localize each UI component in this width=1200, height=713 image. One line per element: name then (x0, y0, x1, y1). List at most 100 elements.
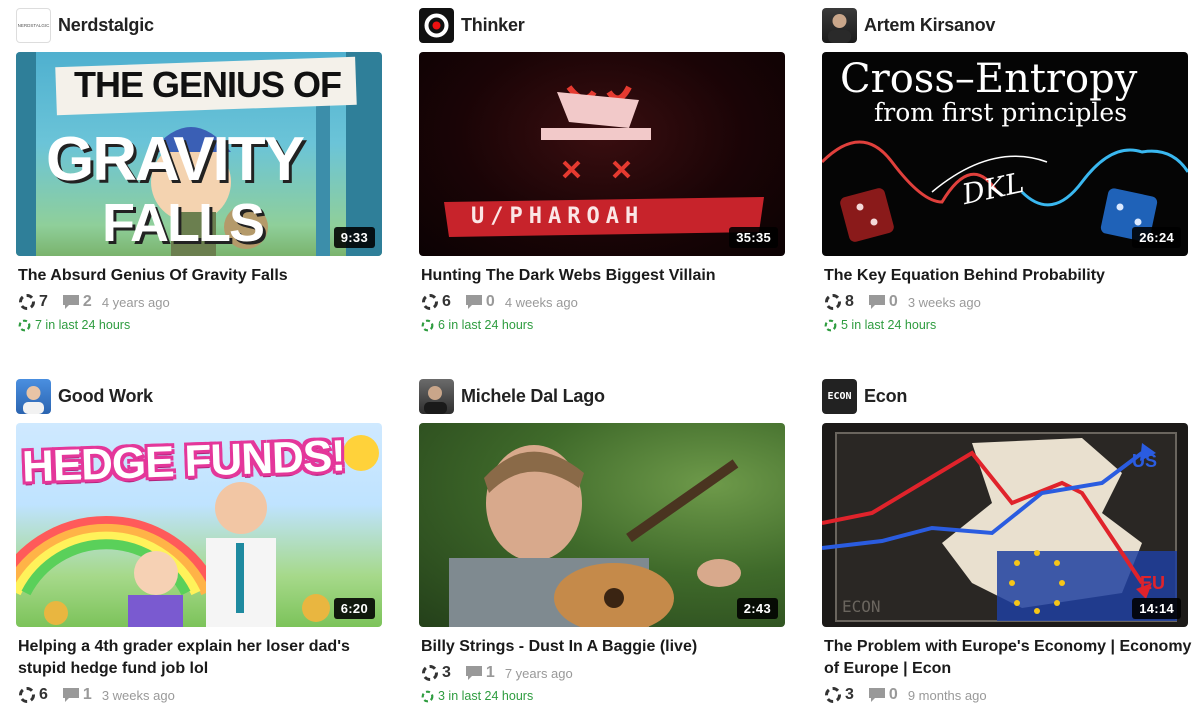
recommend-swirl-icon[interactable] (824, 293, 842, 311)
channel-header[interactable]: Artem Kirsanov (822, 7, 1192, 43)
thumbnail-title-line-3: FALLS (102, 193, 265, 253)
duration-badge: 35:35 (729, 227, 778, 248)
channel-name[interactable]: Thinker (461, 15, 525, 36)
duration-badge: 2:43 (736, 598, 778, 619)
duration-badge: 14:14 (1132, 598, 1181, 619)
video-grid: NERDSTALGIC Nerdstalgic THE GENIUS OF GR… (0, 0, 1200, 713)
posted-ago: 4 weeks ago (504, 294, 578, 310)
posted-ago: 4 years ago (101, 294, 170, 310)
comment-bubble-icon[interactable] (868, 294, 886, 310)
recommend-count: 6 (39, 686, 48, 703)
posted-ago: 3 weeks ago (101, 687, 175, 703)
posted-ago: 3 weeks ago (907, 294, 981, 310)
channel-header[interactable]: ECON Econ (822, 378, 1192, 414)
video-thumbnail[interactable]: Cross–Entropy from first principles DKL … (822, 52, 1188, 256)
video-thumbnail[interactable]: 2:43 (419, 423, 785, 627)
channel-name[interactable]: Michele Dal Lago (461, 386, 605, 407)
video-title[interactable]: The Problem with Europe's Economy | Econ… (822, 636, 1192, 680)
video-thumbnail[interactable]: U/PHAROAH 35:35 (419, 52, 785, 256)
recommend-count: 7 (39, 293, 48, 310)
comment-bubble-icon[interactable] (62, 687, 80, 703)
channel-avatar[interactable] (419, 7, 454, 43)
video-card[interactable]: Thinker U/PHAROAH 35:35 Hunting The Dark… (419, 7, 789, 332)
recommend-count: 8 (845, 293, 854, 310)
recommend-count: 3 (845, 686, 854, 703)
thumbnail-label-us: US (1132, 451, 1158, 471)
recommend-swirl-icon[interactable] (824, 686, 842, 704)
thinker-logo-icon (424, 13, 449, 37)
recommend-swirl-icon[interactable] (18, 686, 36, 704)
channel-name[interactable]: Good Work (58, 386, 153, 407)
channel-avatar[interactable] (16, 378, 51, 414)
channel-name[interactable]: Econ (864, 386, 907, 407)
recommend-swirl-icon[interactable] (18, 293, 36, 311)
recommend-swirl-icon[interactable] (421, 293, 439, 311)
channel-header[interactable]: Thinker (419, 7, 789, 43)
thumbnail-title-line-2: GRAVITY (46, 125, 305, 194)
recent-activity-text: 6 in last 24 hours (438, 318, 534, 332)
channel-avatar[interactable]: NERDSTALGIC (16, 7, 51, 43)
video-title[interactable]: Hunting The Dark Webs Biggest Villain (419, 265, 789, 287)
posted-ago: 7 years ago (504, 665, 573, 681)
thumbnail-label-eu: EU (1140, 573, 1166, 593)
comment-count: 0 (888, 686, 898, 703)
video-stats: 8 0 3 weeks ago (822, 292, 1192, 312)
avatar-text: ECON (827, 390, 852, 402)
person-avatar-icon (828, 13, 851, 43)
duration-badge: 26:24 (1132, 227, 1181, 248)
channel-header[interactable]: Good Work (16, 378, 386, 414)
thumbnail-title: U/PHAROAH (471, 204, 645, 229)
comment-bubble-icon[interactable] (62, 294, 80, 310)
recommend-count: 3 (442, 664, 451, 681)
channel-avatar[interactable]: ECON (822, 378, 857, 414)
thumbnail-title-line-2: from first principles (874, 98, 1128, 127)
channel-name[interactable]: Artem Kirsanov (864, 15, 995, 36)
channel-name[interactable]: Nerdstalgic (58, 15, 154, 36)
recent-activity-text: 5 in last 24 hours (841, 318, 937, 332)
video-card[interactable]: Michele Dal Lago 2:43 Billy Strings - Du… (419, 378, 789, 703)
video-stats: 7 2 4 years ago (16, 292, 386, 312)
video-title[interactable]: Billy Strings - Dust In A Baggie (live) (419, 636, 789, 658)
recent-recommend-icon (824, 319, 837, 332)
video-title[interactable]: The Absurd Genius Of Gravity Falls (16, 265, 386, 287)
channel-avatar[interactable] (822, 7, 857, 43)
channel-header[interactable]: Michele Dal Lago (419, 378, 789, 414)
comment-count: 1 (485, 664, 495, 681)
comment-bubble-icon[interactable] (465, 665, 483, 681)
channel-avatar[interactable] (419, 378, 454, 414)
comment-count: 0 (888, 293, 898, 310)
video-thumbnail[interactable]: HEDGE FUNDS! 6:20 (16, 423, 382, 627)
video-stats: 6 0 4 weeks ago (419, 292, 789, 312)
video-title[interactable]: Helping a 4th grader explain her loser d… (16, 636, 386, 680)
thumbnail-art (449, 445, 741, 627)
video-title[interactable]: The Key Equation Behind Probability (822, 265, 1192, 287)
recent-activity: 5 in last 24 hours (822, 318, 1192, 332)
thumbnail-watermark: ECON (842, 597, 881, 616)
comment-count: 2 (82, 293, 92, 310)
recent-activity: 7 in last 24 hours (16, 318, 386, 332)
channel-header[interactable]: NERDSTALGIC Nerdstalgic (16, 7, 386, 43)
comment-count: 0 (485, 293, 495, 310)
recommend-swirl-icon[interactable] (421, 664, 439, 682)
comment-bubble-icon[interactable] (465, 294, 483, 310)
video-thumbnail[interactable]: US EU ECON 14:14 (822, 423, 1188, 627)
video-stats: 3 1 7 years ago (419, 663, 789, 683)
recent-activity-text: 3 in last 24 hours (438, 689, 534, 703)
person-avatar-icon (424, 385, 447, 414)
video-card[interactable]: NERDSTALGIC Nerdstalgic THE GENIUS OF GR… (16, 7, 386, 332)
avatar-text: NERDSTALGIC (17, 22, 50, 28)
recent-activity: 3 in last 24 hours (419, 689, 789, 703)
posted-ago: 9 months ago (907, 687, 987, 703)
video-card[interactable]: Artem Kirsanov Cross–Entropy from first … (822, 7, 1192, 332)
comment-bubble-icon[interactable] (868, 687, 886, 703)
video-card[interactable]: ECON Econ US EU ECON 14:14 The Problem w… (822, 378, 1192, 705)
person-avatar-icon (23, 385, 44, 414)
video-card[interactable]: Good Work HEDGE FUNDS! 6:20 Helping a 4t… (16, 378, 386, 705)
video-stats: 3 0 9 months ago (822, 685, 1192, 705)
thumbnail-title-line-1: Cross–Entropy (840, 56, 1138, 102)
video-thumbnail[interactable]: THE GENIUS OF GRAVITY FALLS 9:33 (16, 52, 382, 256)
thumbnail-title-line-1: THE GENIUS OF (74, 64, 342, 105)
video-stats: 6 1 3 weeks ago (16, 685, 386, 705)
recent-recommend-icon (421, 690, 434, 703)
recent-recommend-icon (18, 319, 31, 332)
